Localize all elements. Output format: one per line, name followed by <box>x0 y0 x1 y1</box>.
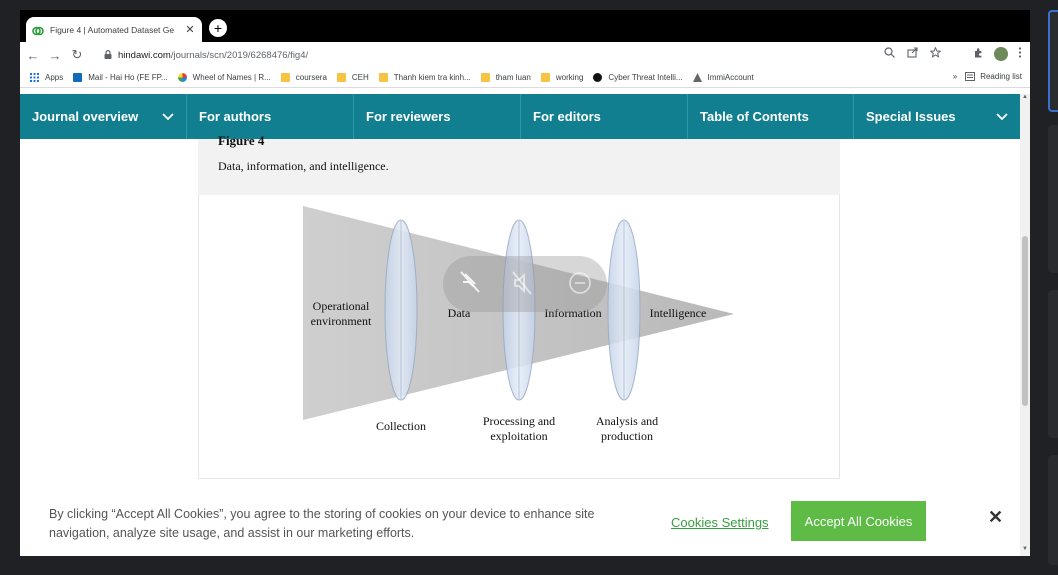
folder-icon <box>378 73 388 82</box>
share-icon[interactable] <box>907 47 918 61</box>
forward-arrow-icon[interactable]: → <box>46 48 64 63</box>
media-controls-overlay[interactable] <box>443 256 607 312</box>
bookmarks-more-icon[interactable]: » <box>953 72 957 81</box>
bookmark-label: coursera <box>295 73 327 82</box>
bookmark-label: Cyber Threat Intelli... <box>608 73 683 82</box>
bookmark-label: tham luan <box>495 73 531 82</box>
minus-circle-icon[interactable] <box>569 272 591 294</box>
scrollbar-thumb[interactable] <box>1022 236 1028 406</box>
address-bar[interactable]: hindawi.com/journals/scn/2019/6268476/fi… <box>104 46 934 64</box>
bookmark-ceh[interactable]: CEH <box>336 73 369 82</box>
folder-icon <box>336 73 346 82</box>
mute-speaker-icon[interactable] <box>512 271 532 295</box>
journal-nav: Journal overview For authors For reviewe… <box>20 94 1020 139</box>
tab-close-icon[interactable]: ✕ <box>184 23 196 36</box>
reload-icon[interactable]: ↻ <box>68 47 86 63</box>
nav-journal-overview[interactable]: Journal overview <box>20 94 187 139</box>
figure-caption: Data, information, and intelligence. <box>218 159 389 173</box>
lock-icon[interactable] <box>104 49 112 61</box>
tab-strip: Figure 4 | Automated Dataset Ge ✕ + <box>20 10 1030 42</box>
apps-grid-icon <box>30 73 39 82</box>
desktop-widget <box>1048 125 1058 273</box>
bookmark-label: Apps <box>45 73 64 82</box>
label-processing: Processing and exploitation <box>482 414 556 443</box>
url-path: /journals/scn/2019/6268476/fig4/ <box>170 49 309 61</box>
github-icon <box>593 73 603 82</box>
nav-label: Special Issues <box>866 109 956 124</box>
desktop-widget <box>1048 290 1058 438</box>
menu-kebab-icon[interactable] <box>1018 47 1022 61</box>
extensions-icon[interactable] <box>973 47 984 61</box>
bookmark-tham-luan[interactable]: tham luan <box>480 73 531 82</box>
wheel-icon <box>177 73 187 82</box>
nav-for-authors[interactable]: For authors <box>187 94 354 139</box>
accept-all-cookies-button[interactable]: Accept All Cookies <box>791 501 926 541</box>
bookmark-label: CEH <box>351 73 369 82</box>
label-collection: Collection <box>376 419 426 433</box>
nav-label: Journal overview <box>32 109 139 124</box>
page-scrollbar[interactable]: ▲ ▼ <box>1020 94 1030 556</box>
bookmark-cyber-threat[interactable]: Cyber Threat Intelli... <box>593 73 683 82</box>
tab-title: Figure 4 | Automated Dataset Ge <box>50 24 175 35</box>
bookmark-wheel-of-names[interactable]: Wheel of Names | R... <box>177 73 271 82</box>
bookmark-thanh-kiem-tra[interactable]: Thanh kiem tra kinh... <box>378 73 471 82</box>
bookmark-working[interactable]: working <box>540 73 584 82</box>
new-tab-button[interactable]: + <box>209 19 227 37</box>
browser-tab[interactable]: Figure 4 | Automated Dataset Ge ✕ <box>26 17 202 42</box>
page-content: Journal overview For authors For reviewe… <box>20 94 1020 556</box>
bookmarks-bar: Apps Mail - Hai Ho (FE FP... Wheel of Na… <box>20 68 1030 88</box>
cookie-banner: By clicking “Accept All Cookies”, you ag… <box>20 489 1020 556</box>
profile-avatar[interactable] <box>994 47 1008 61</box>
star-icon[interactable] <box>929 46 942 61</box>
hindawi-favicon-icon <box>32 24 44 36</box>
bookmark-label: working <box>555 73 584 82</box>
cookie-text: By clicking “Accept All Cookies”, you ag… <box>49 507 595 540</box>
bookmark-apps[interactable]: Apps <box>30 73 63 82</box>
bookmark-label: Thanh kiem tra kinh... <box>393 73 471 82</box>
bookmark-immiaccount[interactable]: ImmiAccount <box>692 73 754 82</box>
nav-for-editors[interactable]: For editors <box>521 94 688 139</box>
reading-list-label: Reading list <box>980 72 1022 81</box>
immi-icon <box>692 73 702 82</box>
nav-label: For editors <box>533 109 601 124</box>
scroll-down-arrow-icon[interactable]: ▼ <box>1020 546 1030 556</box>
url-host: hindawi.com <box>118 49 171 61</box>
bookmark-label: Mail - Hai Ho (FE FP... <box>88 73 168 82</box>
folder-icon <box>540 73 550 82</box>
desktop-widget <box>1048 10 1058 112</box>
figure-header: Figure 4 Data, information, and intellig… <box>198 133 840 195</box>
nav-for-reviewers[interactable]: For reviewers <box>354 94 521 139</box>
bookmark-mail[interactable]: Mail - Hai Ho (FE FP... <box>73 73 168 82</box>
nav-label: Table of Contents <box>700 109 809 124</box>
outlook-icon <box>73 73 83 82</box>
zoom-icon[interactable] <box>884 47 895 61</box>
reading-list-icon <box>965 72 976 81</box>
back-arrow-icon[interactable]: ← <box>24 48 42 63</box>
label-intelligence: Intelligence <box>649 306 707 320</box>
close-icon[interactable]: ✕ <box>988 507 1003 528</box>
scroll-up-arrow-icon[interactable]: ▲ <box>1020 94 1030 104</box>
browser-toolbar: ← → ↻ hindawi.com/journals/scn/2019/6268… <box>20 42 1030 68</box>
nav-label: For reviewers <box>366 109 451 124</box>
bookmark-label: ImmiAccount <box>707 73 754 82</box>
desktop-widget <box>1048 455 1058 565</box>
figure-label: Figure 4 <box>218 133 265 148</box>
chevron-down-icon <box>162 110 174 124</box>
figure-image: Operational environment Data Information… <box>198 195 840 479</box>
nav-table-of-contents[interactable]: Table of Contents <box>688 94 854 139</box>
folder-icon <box>280 73 290 82</box>
nav-special-issues[interactable]: Special Issues <box>854 94 1020 139</box>
label-operational-environment: Operational environment <box>310 299 372 328</box>
nav-label: For authors <box>199 109 272 124</box>
mute-mic-icon[interactable] <box>460 271 480 293</box>
label-analysis: Analysis and production <box>595 414 659 443</box>
cookies-settings-link[interactable]: Cookies Settings <box>671 515 769 530</box>
bookmark-label: Wheel of Names | R... <box>192 73 271 82</box>
browser-window: Figure 4 | Automated Dataset Ge ✕ + ← → … <box>20 10 1030 556</box>
chevron-down-icon <box>996 110 1008 124</box>
folder-icon <box>480 73 490 82</box>
reading-list-button[interactable]: Reading list <box>965 72 1022 81</box>
bookmark-coursera[interactable]: coursera <box>280 73 327 82</box>
